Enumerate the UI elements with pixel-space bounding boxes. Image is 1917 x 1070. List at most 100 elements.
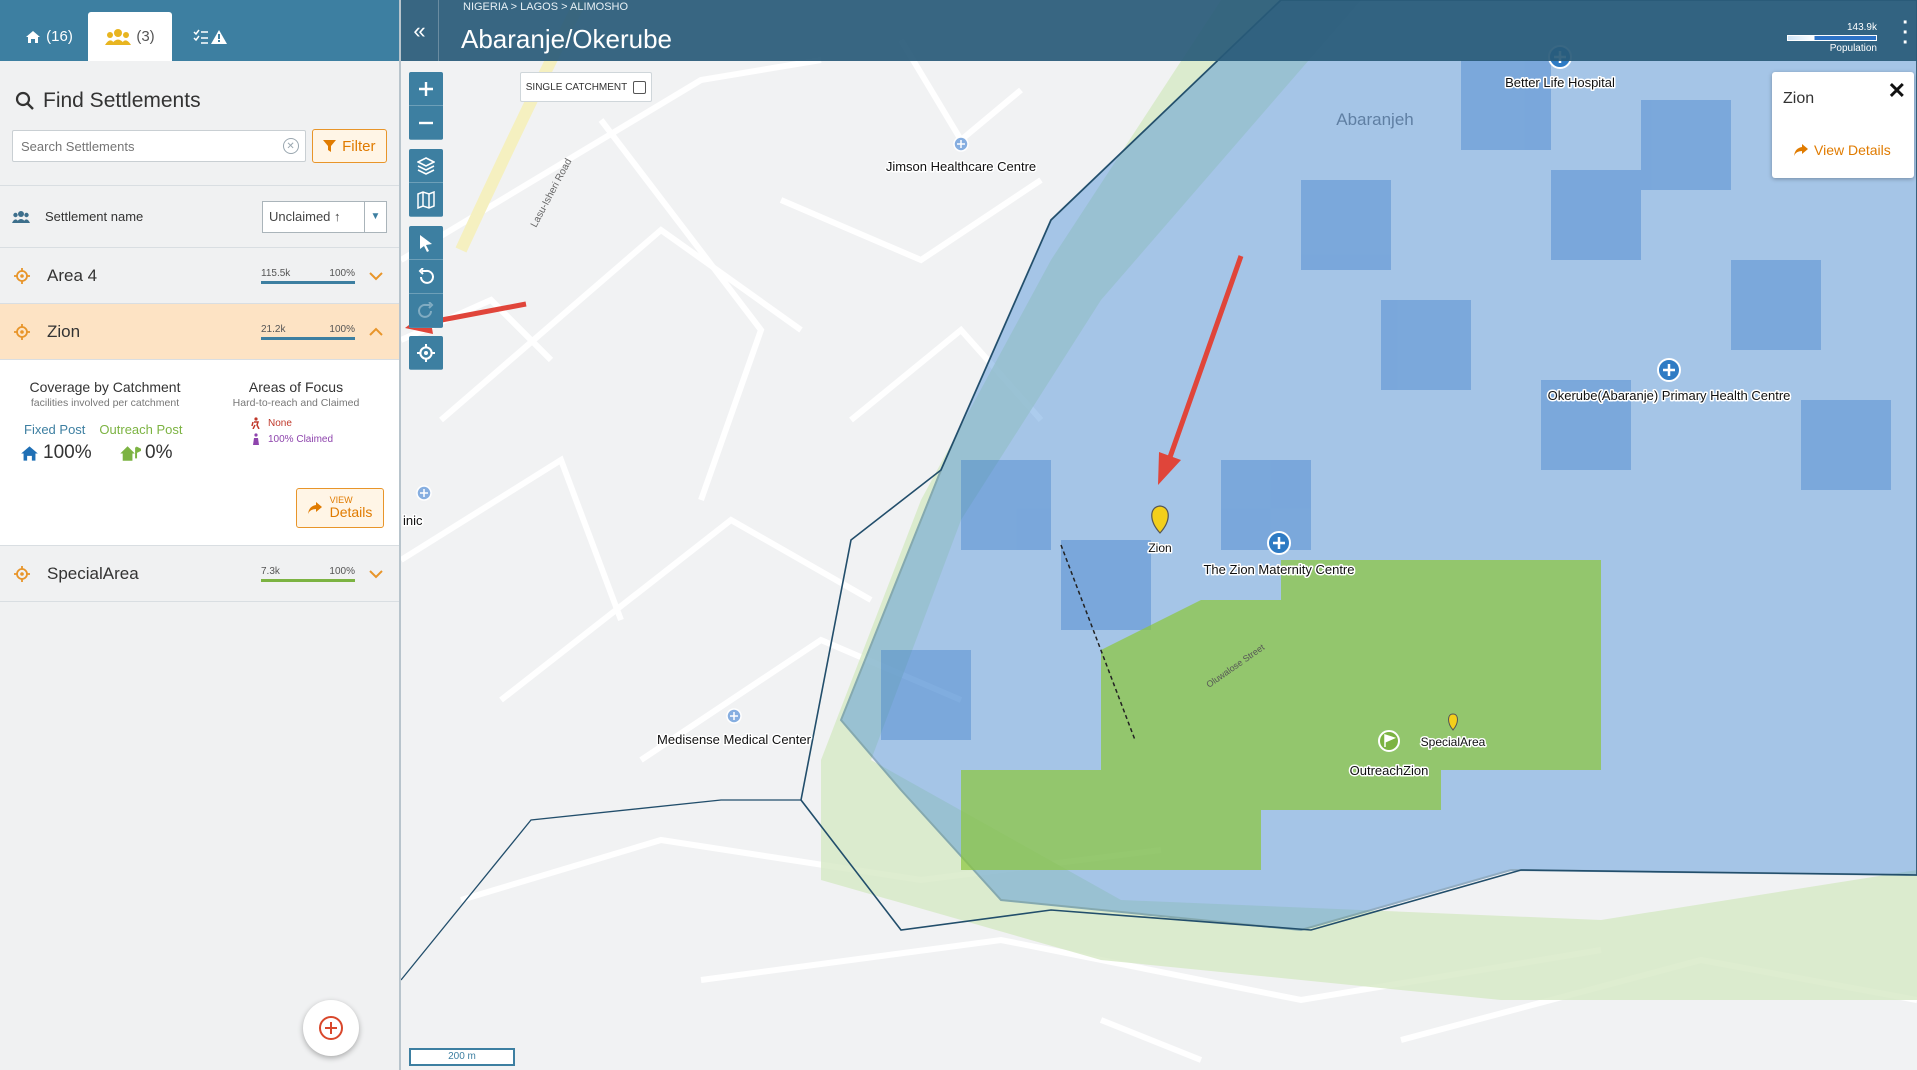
chevron-down-icon[interactable]: ▼	[364, 201, 386, 232]
layer-controls	[409, 149, 443, 217]
chevron-up-icon[interactable]	[369, 324, 385, 340]
undo-button[interactable]	[409, 260, 443, 294]
edit-controls	[409, 226, 443, 328]
map-canvas[interactable]: Better Life Hospital Jimson Healthcare C…	[401, 0, 1917, 1070]
popup-view-details-link[interactable]: View Details	[1794, 142, 1891, 158]
clinic-marker[interactable]	[416, 485, 432, 501]
page-title: Find Settlements	[43, 89, 201, 112]
redo-button[interactable]	[409, 294, 443, 328]
add-settlement-button[interactable]	[303, 1000, 359, 1056]
jimson-marker[interactable]	[953, 136, 969, 152]
select-tool-button[interactable]	[409, 226, 443, 260]
outreach-house-icon	[120, 445, 141, 461]
locate-button[interactable]	[409, 336, 443, 370]
population-value: 21.2k	[261, 323, 286, 335]
coverage-bar	[261, 578, 355, 582]
map-icon	[417, 190, 435, 209]
settlement-details-panel: Coverage by Catchment facilities involve…	[0, 360, 399, 546]
population-legend: 143.9k Population	[1787, 22, 1877, 54]
areas-of-focus: Areas of Focus Hard-to-reach and Claimed…	[220, 379, 372, 445]
cursor-icon	[420, 234, 432, 252]
zion-maternity-marker[interactable]	[1267, 531, 1291, 555]
people-icon	[105, 28, 132, 45]
crosshair-icon	[14, 323, 30, 340]
settlement-name: SpecialArea	[47, 563, 139, 583]
single-catchment-label: SINGLE CATCHMENT	[525, 81, 628, 93]
okerube-label: Okerube(Abaranje) Primary Health Centre	[1548, 388, 1791, 403]
settlement-stats: 115.5k 100%	[261, 268, 355, 284]
coverage-value: 100%	[329, 323, 355, 335]
zion-maternity-label: The Zion Maternity Centre	[1203, 562, 1354, 577]
specialarea-pin-label: SpecialArea	[1421, 735, 1486, 749]
tab-settlements[interactable]: (3)	[88, 12, 172, 61]
focus-title: Areas of Focus	[248, 379, 344, 395]
filter-button[interactable]: Filter	[311, 129, 387, 163]
find-settlements-header: Find Settlements	[0, 61, 399, 123]
sidebar: (16) (3) Find Settlements ✕ Filter	[0, 0, 401, 1070]
chevron-down-icon[interactable]	[369, 268, 385, 284]
tab-facilities-count: (16)	[46, 28, 73, 45]
layers-button[interactable]	[409, 149, 443, 183]
search-row: ✕ Filter	[0, 129, 399, 163]
crosshair-icon	[14, 267, 30, 284]
coverage-by-catchment: Coverage by Catchment facilities involve…	[16, 379, 194, 409]
focus-claimed: 100% Claimed	[250, 433, 372, 445]
zoom-out-button[interactable]	[409, 106, 443, 140]
coverage-value: 100%	[329, 565, 355, 577]
single-catchment-checkbox[interactable]	[633, 80, 647, 94]
sort-select[interactable]: Unclaimed ↑ ▼	[262, 200, 387, 233]
settlement-row-specialarea[interactable]: SpecialArea 7.3k 100%	[0, 546, 399, 602]
settlement-name-column-label: Settlement name	[45, 209, 144, 224]
search-input[interactable]	[13, 131, 278, 161]
settlement-stats: 7.3k 100%	[261, 566, 355, 582]
collapse-sidebar-button[interactable]: «	[401, 0, 439, 61]
focus-claimed-label: 100% Claimed	[268, 433, 334, 445]
clear-search-icon[interactable]: ✕	[282, 138, 299, 154]
tab-issues[interactable]	[172, 12, 250, 61]
settlement-name: Area 4	[47, 265, 98, 285]
popup-title: Zion	[1783, 90, 1815, 107]
fixed-post-label: Fixed Post	[24, 422, 86, 437]
coverage-title: Coverage by Catchment	[29, 379, 181, 395]
house-icon	[26, 30, 41, 43]
focus-subtitle: Hard-to-reach and Claimed	[232, 397, 360, 409]
tab-facilities[interactable]: (16)	[10, 12, 88, 61]
single-catchment-toggle[interactable]: SINGLE CATCHMENT	[520, 72, 652, 102]
chevron-down-icon[interactable]	[369, 566, 385, 582]
zoom-controls	[409, 72, 443, 140]
hiker-icon	[251, 417, 260, 429]
outreach-post-label: Outreach Post	[99, 422, 183, 437]
abaranjeh-area-label: Abaranjeh	[1336, 110, 1414, 129]
settlement-row-zion[interactable]: Zion 21.2k 100%	[0, 304, 399, 360]
okerube-marker[interactable]	[1657, 358, 1681, 382]
locate-controls	[409, 336, 443, 370]
zoom-in-button[interactable]	[409, 72, 443, 106]
population-label: Population	[1829, 43, 1877, 54]
share-arrow-icon	[1794, 144, 1808, 156]
coverage-value: 100%	[329, 267, 355, 279]
house-icon	[21, 445, 38, 461]
medisense-marker[interactable]	[726, 708, 742, 724]
map-view[interactable]: Better Life Hospital Jimson Healthcare C…	[401, 0, 1917, 1070]
sort-value: Unclaimed ↑	[269, 209, 341, 224]
coverage-bar	[261, 336, 355, 340]
coverage-bar	[261, 280, 355, 284]
outreach-post-coverage: 0%	[119, 442, 172, 464]
basemap-button[interactable]	[409, 183, 443, 217]
view-details-line2: Details	[329, 503, 373, 520]
crosshair-icon	[417, 343, 435, 362]
view-details-button[interactable]: VIEW Details	[296, 488, 384, 528]
sidebar-tabs: (16) (3)	[0, 0, 399, 61]
settlement-stats: 21.2k 100%	[261, 324, 355, 340]
close-icon[interactable]: ✕	[1888, 78, 1906, 104]
popup-view-details-label: View Details	[1814, 142, 1891, 158]
jimson-label: Jimson Healthcare Centre	[886, 159, 1036, 174]
population-value: 115.5k	[261, 267, 291, 279]
outreach-post-pct: 0%	[145, 442, 173, 463]
more-menu-icon[interactable]: · · ·	[1902, 13, 1909, 53]
outreach-zion-marker[interactable]	[1378, 730, 1400, 752]
population-bar	[1787, 35, 1877, 41]
fixed-post-coverage: 100%	[20, 442, 92, 464]
share-arrow-icon	[307, 502, 322, 514]
settlement-row-area-4[interactable]: Area 4 115.5k 100%	[0, 248, 399, 304]
